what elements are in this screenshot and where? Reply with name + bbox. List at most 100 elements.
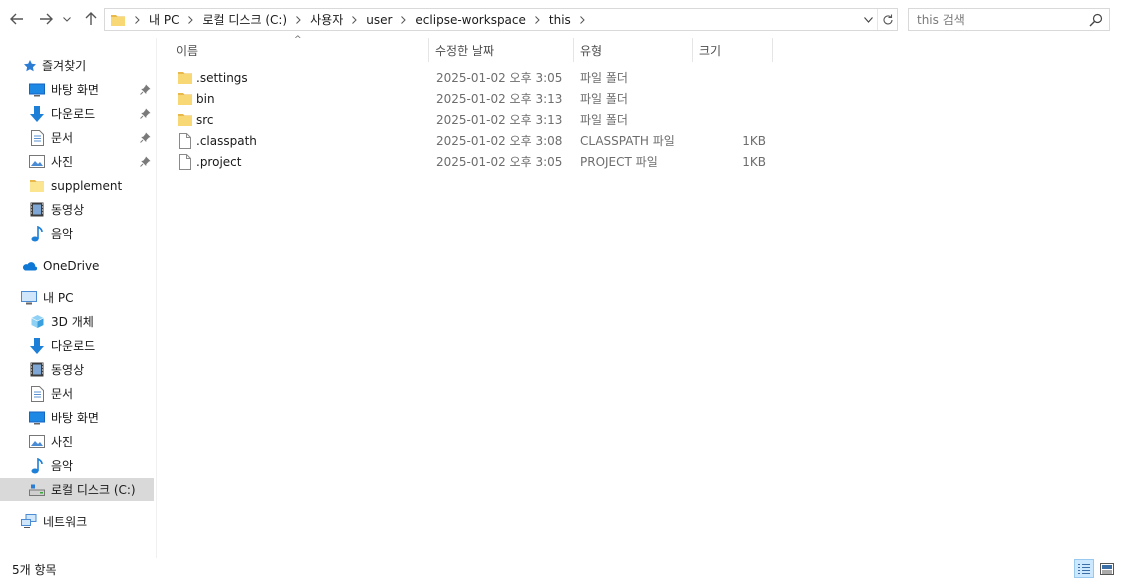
arrow-up-icon xyxy=(85,12,97,25)
chevron-right-icon[interactable] xyxy=(573,15,592,24)
chevron-right-icon[interactable] xyxy=(128,15,147,24)
sidebar-item-videos-pc[interactable]: 동영상 xyxy=(0,358,154,381)
refresh-button[interactable] xyxy=(877,9,897,30)
column-header-row: ^ 이름 수정한 날짜 유형 크기 xyxy=(170,35,773,62)
video-icon xyxy=(29,202,45,218)
breadcrumb-item-this[interactable]: this xyxy=(547,13,573,27)
file-type: PROJECT 파일 xyxy=(580,155,658,169)
file-row[interactable]: src 2025-01-02 오후 3:13 파일 폴더 xyxy=(170,110,780,131)
sidebar-item-downloads-pc[interactable]: 다운로드 xyxy=(0,334,154,357)
file-name: bin xyxy=(196,92,215,106)
sidebar-item-music[interactable]: 음악 xyxy=(0,222,154,245)
folder-icon xyxy=(178,72,192,84)
video-icon xyxy=(29,362,45,378)
chevron-right-icon[interactable] xyxy=(289,15,308,24)
sidebar-item-documents[interactable]: 문서 xyxy=(0,126,154,149)
search-input[interactable] xyxy=(909,9,1087,30)
file-size: 1KB xyxy=(742,134,766,148)
desktop-icon xyxy=(29,82,45,98)
address-history-button[interactable] xyxy=(859,9,877,30)
desktop-icon xyxy=(29,410,45,426)
file-icon xyxy=(179,133,191,149)
music-icon xyxy=(29,457,45,474)
sidebar-item-documents-pc[interactable]: 문서 xyxy=(0,382,154,405)
pictures-icon xyxy=(29,434,45,450)
item-count: 5개 항목 xyxy=(12,563,57,577)
file-row[interactable]: .settings 2025-01-02 오후 3:05 파일 폴더 xyxy=(170,68,780,89)
music-icon xyxy=(29,225,45,242)
forward-button[interactable] xyxy=(36,9,56,29)
back-button[interactable] xyxy=(7,9,27,29)
pin-icon[interactable] xyxy=(140,132,151,143)
cloud-icon xyxy=(21,258,37,274)
file-date: 2025-01-02 오후 3:05 xyxy=(436,71,563,85)
large-icons-view-icon xyxy=(1100,562,1114,575)
breadcrumb-item-local-disk[interactable]: 로컬 디스크 (C:) xyxy=(200,11,289,28)
refresh-icon xyxy=(882,14,893,24)
navigation-pane: 즐겨찾기 바탕 화면 다운로드 문서 사진 supplement 동영상 음악 … xyxy=(0,38,157,558)
large-icons-view-button[interactable] xyxy=(1097,559,1117,578)
drive-icon xyxy=(29,482,45,498)
breadcrumb-item-user[interactable]: user xyxy=(364,13,394,27)
sidebar-item-network[interactable]: 네트워크 xyxy=(0,510,154,533)
column-header-size[interactable]: 크기 xyxy=(693,38,773,62)
navigation-bar: 내 PC 로컬 디스크 (C:) 사용자 user eclipse-worksp… xyxy=(0,0,1123,38)
breadcrumb: 내 PC 로컬 디스크 (C:) 사용자 user eclipse-worksp… xyxy=(128,9,592,30)
breadcrumb-item-eclipse-workspace[interactable]: eclipse-workspace xyxy=(413,13,527,27)
sidebar-item-videos[interactable]: 동영상 xyxy=(0,198,154,221)
column-header-type[interactable]: 유형 xyxy=(574,38,693,62)
sidebar-item-this-pc[interactable]: 내 PC xyxy=(0,286,154,309)
column-header-name[interactable]: ^ 이름 xyxy=(170,35,429,62)
file-name: src xyxy=(196,113,214,127)
file-row[interactable]: .classpath 2025-01-02 오후 3:08 CLASSPATH … xyxy=(170,131,780,152)
3d-objects-icon xyxy=(29,314,45,330)
breadcrumb-item-users[interactable]: 사용자 xyxy=(308,11,345,28)
sidebar-item-quick-access[interactable]: 즐겨찾기 xyxy=(0,54,154,77)
search-icon[interactable] xyxy=(1089,13,1103,27)
folder-icon xyxy=(111,14,125,26)
chevron-right-icon[interactable] xyxy=(345,15,364,24)
sidebar-item-local-disk[interactable]: 로컬 디스크 (C:) xyxy=(0,478,154,501)
sidebar-item-pictures-pc[interactable]: 사진 xyxy=(0,430,154,453)
sidebar-item-music-pc[interactable]: 음악 xyxy=(0,454,154,477)
file-size xyxy=(700,110,766,131)
folder-icon xyxy=(178,93,192,105)
chevron-down-icon xyxy=(63,16,71,22)
sidebar-item-onedrive[interactable]: OneDrive xyxy=(0,254,154,277)
file-row[interactable]: bin 2025-01-02 오후 3:13 파일 폴더 xyxy=(170,89,780,110)
address-bar[interactable]: 내 PC 로컬 디스크 (C:) 사용자 user eclipse-worksp… xyxy=(104,8,898,31)
folder-icon xyxy=(29,178,45,194)
file-list: .settings 2025-01-02 오후 3:05 파일 폴더 bin 2… xyxy=(170,68,780,173)
file-row[interactable]: .project 2025-01-02 오후 3:05 PROJECT 파일 1… xyxy=(170,152,780,173)
details-view-button[interactable] xyxy=(1074,559,1094,578)
download-icon xyxy=(29,337,45,354)
chevron-down-icon xyxy=(863,16,873,23)
arrow-right-icon xyxy=(40,13,53,25)
sidebar-item-desktop-pc[interactable]: 바탕 화면 xyxy=(0,406,154,429)
file-explorer-window: 내 PC 로컬 디스크 (C:) 사용자 user eclipse-worksp… xyxy=(0,0,1123,579)
document-icon xyxy=(29,129,45,146)
sidebar-item-desktop[interactable]: 바탕 화면 xyxy=(0,78,154,101)
chevron-right-icon[interactable] xyxy=(528,15,547,24)
column-header-date[interactable]: 수정한 날짜 xyxy=(429,38,574,62)
file-name: .settings xyxy=(196,71,248,85)
sidebar-item-3d-objects[interactable]: 3D 개체 xyxy=(0,310,154,333)
file-type: 파일 폴더 xyxy=(580,71,628,85)
breadcrumb-item-this-pc[interactable]: 내 PC xyxy=(147,11,181,28)
sort-ascending-icon: ^ xyxy=(294,35,302,45)
pin-icon[interactable] xyxy=(140,156,151,167)
star-icon xyxy=(22,58,38,74)
up-button[interactable] xyxy=(81,9,101,29)
sidebar-item-downloads[interactable]: 다운로드 xyxy=(0,102,154,125)
file-date: 2025-01-02 오후 3:05 xyxy=(436,155,563,169)
file-date: 2025-01-02 오후 3:13 xyxy=(436,113,563,127)
pin-icon[interactable] xyxy=(140,84,151,95)
sidebar-item-supplement[interactable]: supplement xyxy=(0,174,154,197)
document-icon xyxy=(29,385,45,402)
recent-locations-button[interactable] xyxy=(60,9,74,29)
pin-icon[interactable] xyxy=(140,108,151,119)
sidebar-item-pictures[interactable]: 사진 xyxy=(0,150,154,173)
chevron-right-icon[interactable] xyxy=(181,15,200,24)
file-size xyxy=(700,68,766,89)
chevron-right-icon[interactable] xyxy=(394,15,413,24)
